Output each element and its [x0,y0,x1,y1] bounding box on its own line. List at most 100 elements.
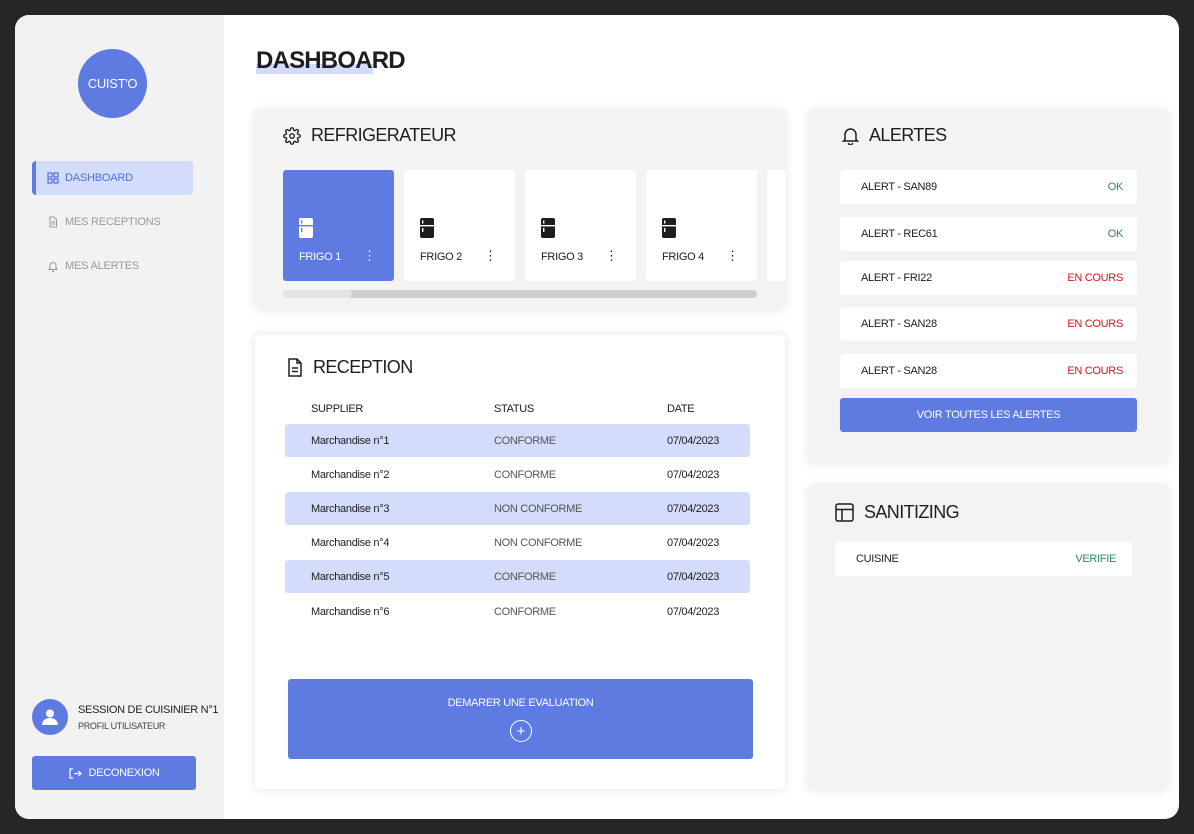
logo: CUIST'O [78,49,147,118]
fridge-card-1[interactable]: FRIGO 1 ⋮ [283,170,394,281]
sidebar-item-receptions[interactable]: MES RECEPTIONS [32,205,193,239]
fridge-card-3[interactable]: FRIGO 3 ⋮ [525,170,636,281]
cell-status: CONFORME [494,434,556,447]
alert-status: OK [1107,228,1124,240]
refrigerator-header: REFRIGERATEUR [283,125,456,146]
cell-date: 07/04/2023 [667,570,720,583]
alert-status: OK [1107,181,1124,193]
sidebar-item-label: MES RECEPTIONS [65,216,161,228]
layout-icon [835,503,854,522]
reception-title: RECEPTION [313,357,413,377]
start-evaluation-label: DEMARER UNE EVALUATION [447,697,594,709]
fridge-icon [299,218,313,243]
cell-supplier: Marchandise n°1 [311,434,390,447]
sanitizing-header: SANITIZING [835,502,960,523]
table-row[interactable]: Marchandise n°6 CONFORME 07/04/2023 [285,595,750,628]
start-evaluation-button[interactable]: DEMARER UNE EVALUATION + [288,679,753,759]
alert-name: ALERT - FRI22 [861,272,932,284]
sidebar-item-alertes[interactable]: MES ALERTES [32,249,193,283]
scrollbar-thumb[interactable] [283,290,352,298]
user-icon [42,709,58,725]
refrigerator-card: REFRIGERATEUR FRIGO 1 ⋮ FRIGO 2 ⋮ FRIGO … [255,111,786,309]
table-row[interactable]: Marchandise n°4 NON CONFORME 07/04/2023 [285,526,750,559]
sanitizing-title: SANITIZING [864,502,960,522]
cell-date: 07/04/2023 [667,536,720,549]
alert-name: ALERT - SAN28 [861,318,937,330]
cell-status: CONFORME [494,605,556,618]
sanitizing-card: SANITIZING CUISINE VERIFIE [809,486,1168,789]
more-icon[interactable]: ⋮ [363,249,376,262]
fridge-scrollbar[interactable] [283,290,757,298]
column-header-supplier: SUPPLIER [311,403,364,415]
reception-header: RECEPTION [287,357,413,378]
fridge-carousel[interactable]: FRIGO 1 ⋮ FRIGO 2 ⋮ FRIGO 3 ⋮ FRIGO 4 ⋮ [283,170,786,281]
cell-supplier: Marchandise n°2 [311,468,390,481]
cell-supplier: Marchandise n°6 [311,605,390,618]
alerts-card: ALERTES ALERT - SAN89 OK ALERT - REC61 O… [809,111,1168,462]
alerts-title: ALERTES [869,125,947,145]
sanitizing-status: VERIFIE [1075,553,1116,565]
table-row[interactable]: Marchandise n°1 CONFORME 07/04/2023 [285,424,750,457]
view-all-alerts-button[interactable]: VOIR TOUTES LES ALERTES [840,398,1137,432]
alert-status: EN COURS [1067,365,1123,377]
profile-text: SESSION DE CUISINIER N°1 PROFIL UTILISAT… [78,703,219,731]
plus-circle-icon: + [510,720,532,742]
document-icon [47,216,59,228]
sidebar-item-label: DASHBOARD [65,172,133,184]
fridge-name: FRIGO 4 [662,251,704,263]
sidebar-item-dashboard[interactable]: DASHBOARD [32,161,193,195]
sidebar-nav: DASHBOARD MES RECEPTIONS MES ALERTES [32,161,193,293]
alert-item[interactable]: ALERT - SAN89 OK [840,170,1137,204]
gear-icon [283,126,301,145]
cell-status: CONFORME [494,468,556,481]
cell-supplier: Marchandise n°3 [311,502,390,515]
column-header-date: DATE [667,403,695,415]
alert-item[interactable]: ALERT - REC61 OK [840,217,1137,251]
logout-button[interactable]: DECONEXION [32,756,196,790]
app-window: CUIST'O DASHBOARD MES RECEPTIONS MES ALE… [15,15,1179,819]
table-row[interactable]: Marchandise n°3 NON CONFORME 07/04/2023 [285,492,750,525]
cell-status: NON CONFORME [494,536,583,549]
refrigerator-title: REFRIGERATEUR [311,125,456,145]
fridge-name: FRIGO 3 [541,251,583,263]
cell-date: 07/04/2023 [667,605,720,618]
profile-subtitle: PROFIL UTILISATEUR [78,720,166,731]
profile-name: SESSION DE CUISINIER N°1 [78,703,219,716]
alert-name: ALERT - REC61 [861,228,938,240]
bell-icon [47,260,59,272]
cell-date: 07/04/2023 [667,468,720,481]
alert-name: ALERT - SAN28 [861,365,937,377]
document-icon [287,358,303,377]
cell-supplier: Marchandise n°5 [311,570,390,583]
sidebar-item-label: MES ALERTES [65,260,140,272]
more-icon[interactable]: ⋮ [484,249,497,262]
alert-status: EN COURS [1067,318,1123,330]
alert-item[interactable]: ALERT - SAN28 EN COURS [840,354,1137,388]
alerts-header: ALERTES [842,125,947,146]
page-title: DASHBOARD [256,47,406,74]
logout-icon [68,767,82,779]
column-header-status: STATUS [494,403,534,415]
fridge-card-4[interactable]: FRIGO 4 ⋮ [646,170,757,281]
table-header: SUPPLIER STATUS DATE [285,399,750,419]
cell-date: 07/04/2023 [667,434,720,447]
alert-item[interactable]: ALERT - FRI22 EN COURS [840,261,1137,295]
user-profile[interactable]: SESSION DE CUISINIER N°1 PROFIL UTILISAT… [32,699,219,735]
table-row[interactable]: Marchandise n°5 CONFORME 07/04/2023 [285,560,750,593]
more-icon[interactable]: ⋮ [726,249,739,262]
fridge-icon [420,218,434,243]
fridge-card-2[interactable]: FRIGO 2 ⋮ [404,170,515,281]
cell-status: CONFORME [494,570,556,583]
alert-item[interactable]: ALERT - SAN28 EN COURS [840,307,1137,341]
logout-label: DECONEXION [88,767,160,779]
fridge-card-partial[interactable] [767,170,786,281]
cell-status: NON CONFORME [494,502,583,515]
sanitizing-item[interactable]: CUISINE VERIFIE [835,542,1132,576]
cell-date: 07/04/2023 [667,502,720,515]
table-row[interactable]: Marchandise n°2 CONFORME 07/04/2023 [285,458,750,491]
sanitizing-area: CUISINE [856,553,899,565]
more-icon[interactable]: ⋮ [605,249,618,262]
fridge-icon [541,218,555,243]
reception-card: RECEPTION SUPPLIER STATUS DATE Marchandi… [255,335,785,789]
fridge-name: FRIGO 1 [299,251,341,263]
